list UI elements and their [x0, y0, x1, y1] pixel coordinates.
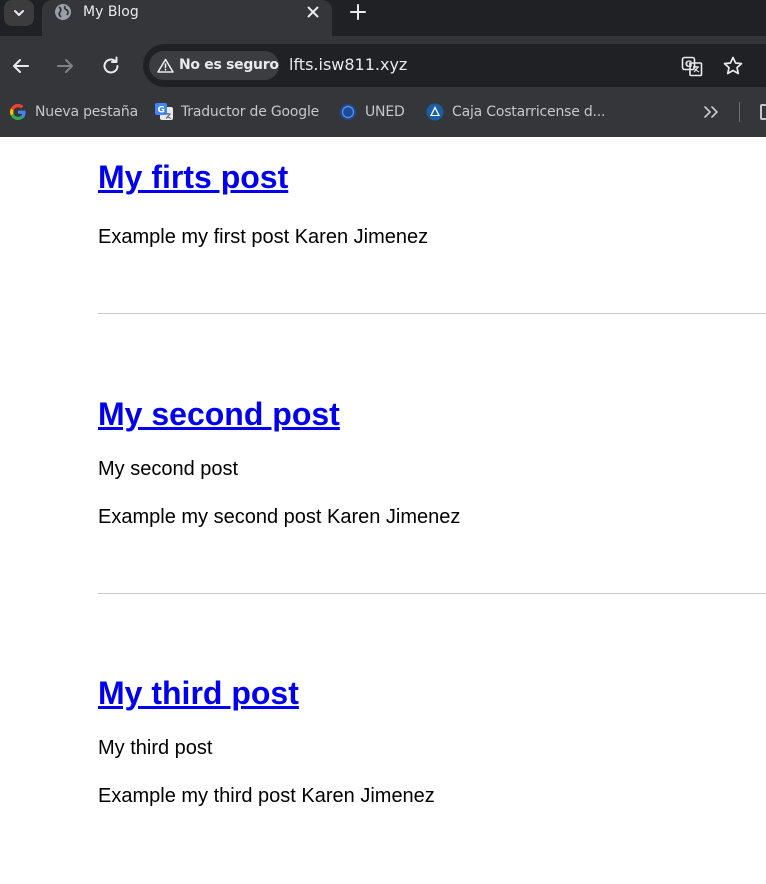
svg-text:G: G	[685, 60, 692, 70]
post-title-link[interactable]: My third post	[98, 675, 299, 711]
post-title-link[interactable]: My second post	[98, 396, 340, 432]
bookmark-nueva-pestana[interactable]: Nueva pestaña	[8, 101, 138, 123]
bookmark-label: Traductor de Google	[181, 104, 320, 120]
bookmark-traductor[interactable]: G Traductor de Google	[154, 101, 319, 123]
post-excerpt: Example my second post Karen Jimenez	[98, 506, 461, 528]
url-text[interactable]: lfts.isw811.xyz	[289, 55, 407, 74]
post-divider	[98, 313, 766, 314]
bookmark-star-icon[interactable]	[722, 55, 744, 77]
tab-strip: My Blog	[0, 0, 766, 36]
close-icon[interactable]	[304, 3, 322, 21]
bookmark-ccss[interactable]: Caja Costarricense d...	[425, 101, 606, 123]
google-translate-icon: G	[155, 103, 173, 120]
bookmark-uned[interactable]: UNED	[338, 101, 405, 123]
tab-search-button[interactable]	[4, 0, 34, 26]
browser-chrome: My Blog No es seguro lfts.isw811.xyz G N…	[0, 0, 766, 137]
post-excerpt: Example my first post Karen Jimenez	[98, 226, 429, 248]
bookmark-label: Caja Costarricense d...	[452, 104, 606, 120]
post-excerpt: Example my third post Karen Jimenez	[98, 785, 435, 807]
tab-title: My Blog	[83, 4, 139, 20]
post-title: My firts post	[98, 159, 288, 196]
reload-icon[interactable]	[99, 54, 123, 78]
bookmark-label: Nueva pestaña	[35, 104, 138, 120]
post-title: My third post	[98, 675, 299, 712]
bookmark-label: UNED	[365, 104, 405, 120]
post-title: My second post	[98, 396, 340, 433]
security-label: No es seguro	[179, 57, 279, 73]
post-subtitle: My second post	[98, 458, 239, 480]
warning-icon	[157, 58, 174, 73]
chevron-down-icon	[14, 10, 24, 16]
uned-icon	[340, 104, 356, 120]
post-divider	[98, 593, 766, 594]
bookmarks-separator	[739, 102, 740, 122]
back-arrow-icon[interactable]	[9, 54, 33, 78]
address-bar[interactable]: No es seguro lfts.isw811.xyz G	[143, 44, 766, 87]
new-tab-plus-icon[interactable]	[348, 2, 368, 22]
bookmarks-bar: Nueva pestaña G Traductor de Google UNED	[0, 94, 766, 130]
security-chip[interactable]: No es seguro	[149, 51, 279, 80]
tab-my-blog[interactable]: My Blog	[42, 0, 332, 36]
globe-icon	[55, 4, 71, 20]
google-icon	[10, 104, 26, 120]
post-title-link[interactable]: My firts post	[98, 159, 288, 195]
translate-icon[interactable]: G	[681, 55, 703, 77]
ccss-icon	[426, 103, 444, 121]
double-chevron-right-icon[interactable]	[702, 104, 720, 120]
svg-text:G: G	[158, 106, 165, 116]
browser-toolbar: No es seguro lfts.isw811.xyz G	[0, 36, 766, 94]
forward-arrow-icon[interactable]	[53, 54, 77, 78]
post-subtitle: My third post	[98, 737, 213, 759]
all-bookmarks-folder-icon[interactable]	[760, 104, 766, 120]
